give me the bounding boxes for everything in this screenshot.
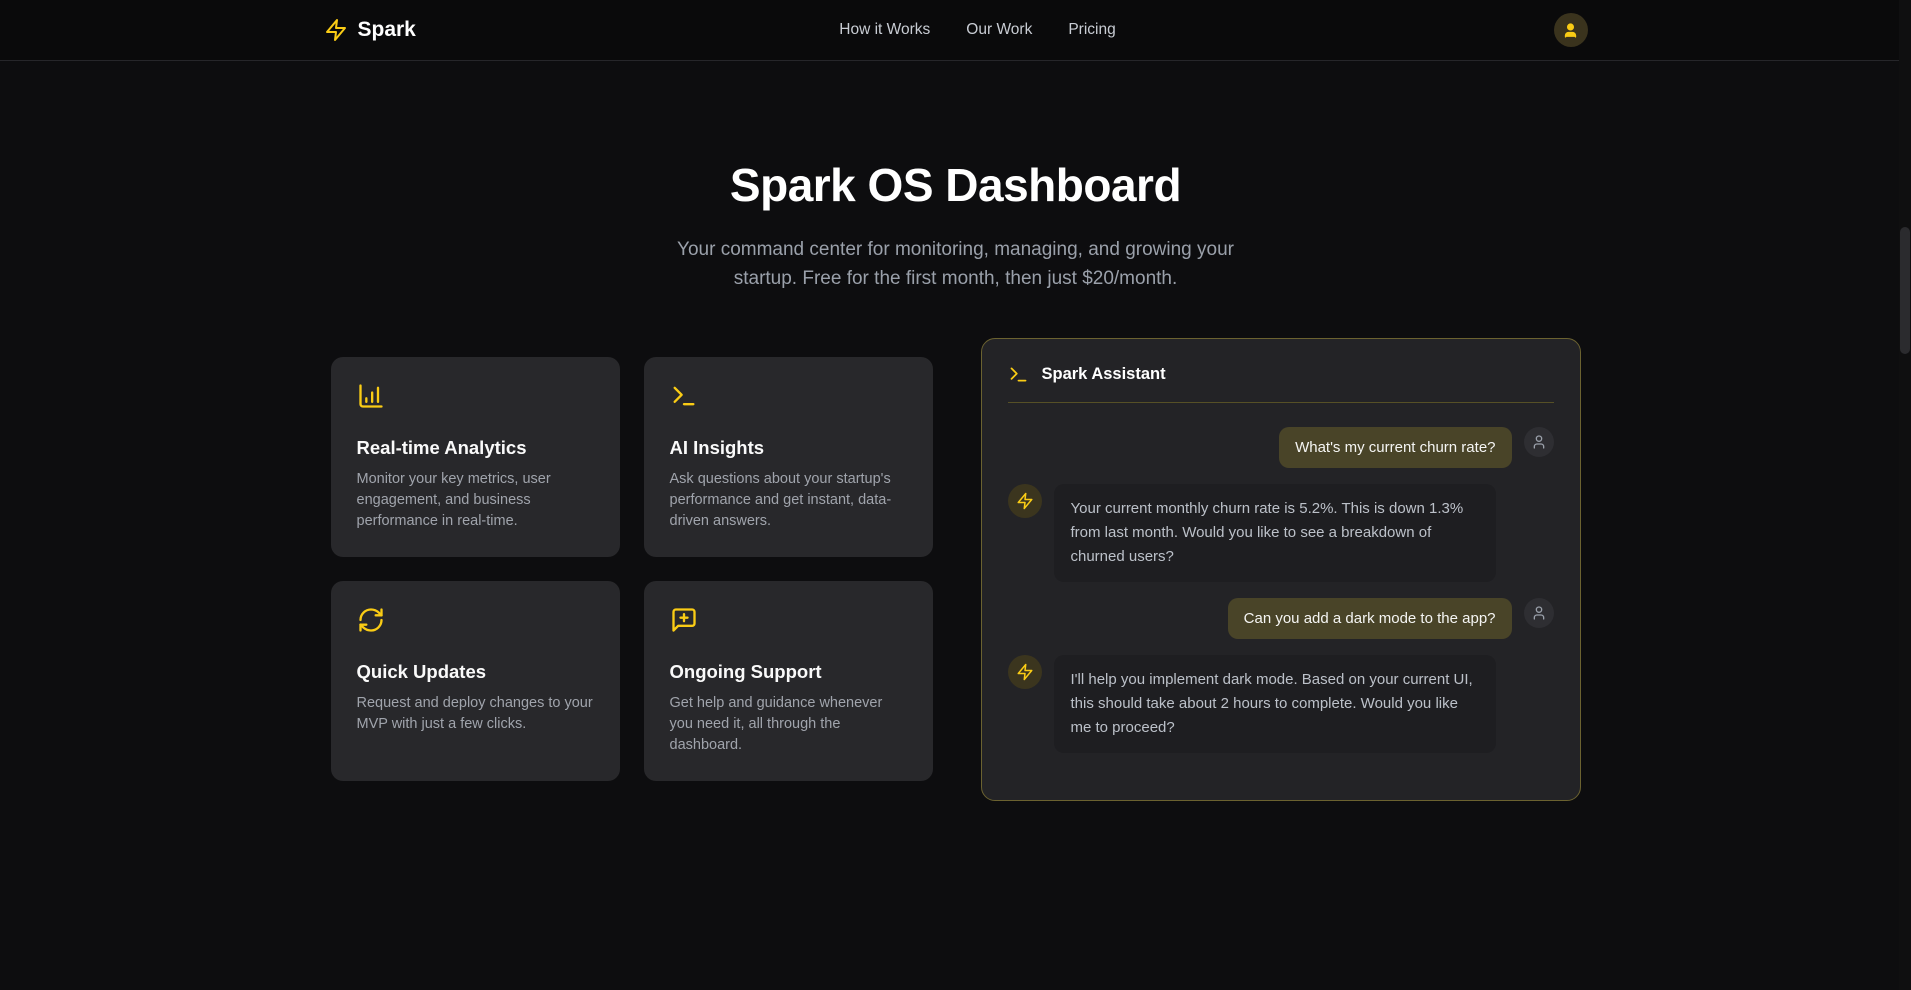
nav-link-our-work[interactable]: Our Work	[966, 21, 1032, 39]
account-avatar-button[interactable]	[1554, 13, 1588, 47]
user-avatar	[1524, 598, 1554, 628]
feature-card-realtime-analytics: Real-time Analytics Monitor your key met…	[331, 357, 620, 557]
feature-description: Request and deploy changes to your MVP w…	[357, 693, 594, 735]
feature-title: Real-time Analytics	[357, 437, 594, 459]
page-title: Spark OS Dashboard	[0, 158, 1911, 212]
feature-card-quick-updates: Quick Updates Request and deploy changes…	[331, 581, 620, 781]
brand-logo[interactable]: Spark	[324, 18, 416, 42]
navbar-container: Spark How it Works Our Work Pricing	[324, 0, 1588, 60]
spark-avatar	[1008, 484, 1042, 518]
navbar: Spark How it Works Our Work Pricing	[0, 0, 1911, 61]
user-message-bubble: Can you add a dark mode to the app?	[1228, 598, 1512, 639]
feature-card-ai-insights: AI Insights Ask questions about your sta…	[644, 357, 933, 557]
lightning-bolt-icon	[1016, 663, 1034, 681]
chat-message-assistant: I'll help you implement dark mode. Based…	[1008, 655, 1554, 753]
spark-avatar	[1008, 655, 1042, 689]
assistant-message-bubble: I'll help you implement dark mode. Based…	[1054, 655, 1496, 753]
chat-message-assistant: Your current monthly churn rate is 5.2%.…	[1008, 484, 1554, 582]
page: Spark How it Works Our Work Pricing Spar…	[0, 0, 1911, 990]
chat-messages: What's my current churn rate? Your curre…	[1008, 427, 1554, 753]
nav-link-how-it-works[interactable]: How it Works	[839, 21, 930, 39]
nav-links: How it Works Our Work Pricing	[839, 21, 1115, 39]
assistant-title: Spark Assistant	[1042, 365, 1166, 384]
main-content: Real-time Analytics Monitor your key met…	[0, 338, 1911, 801]
feature-description: Ask questions about your startup's perfo…	[670, 469, 907, 532]
message-square-plus-icon	[670, 606, 698, 634]
user-avatar	[1524, 427, 1554, 457]
feature-title: AI Insights	[670, 437, 907, 459]
user-icon	[1562, 22, 1579, 39]
page-scrollbar-thumb[interactable]	[1900, 227, 1910, 354]
bar-chart-icon	[357, 382, 385, 410]
hero-subtitle: Your command center for monitoring, mana…	[656, 235, 1256, 294]
assistant-header: Spark Assistant	[1008, 364, 1554, 385]
feature-description: Monitor your key metrics, user engagemen…	[357, 469, 594, 532]
lightning-bolt-icon	[324, 18, 348, 42]
refresh-icon	[357, 606, 385, 634]
terminal-icon	[1008, 364, 1029, 385]
user-icon	[1531, 434, 1547, 450]
feature-title: Quick Updates	[357, 661, 594, 683]
assistant-message-bubble: Your current monthly churn rate is 5.2%.…	[1054, 484, 1496, 582]
feature-title: Ongoing Support	[670, 661, 907, 683]
user-icon	[1531, 605, 1547, 621]
lightning-bolt-icon	[1016, 492, 1034, 510]
brand-name: Spark	[358, 18, 416, 42]
feature-card-ongoing-support: Ongoing Support Get help and guidance wh…	[644, 581, 933, 781]
page-scrollbar-track[interactable]	[1899, 0, 1911, 990]
nav-link-pricing[interactable]: Pricing	[1068, 21, 1115, 39]
chat-message-user: What's my current churn rate?	[1008, 427, 1554, 468]
spark-assistant-panel: Spark Assistant What's my current churn …	[981, 338, 1581, 801]
features-grid: Real-time Analytics Monitor your key met…	[331, 357, 933, 781]
user-message-bubble: What's my current churn rate?	[1279, 427, 1511, 468]
chat-message-user: Can you add a dark mode to the app?	[1008, 598, 1554, 639]
assistant-divider	[1008, 402, 1554, 403]
hero-section: Spark OS Dashboard Your command center f…	[0, 61, 1911, 294]
terminal-icon	[670, 382, 698, 410]
feature-description: Get help and guidance whenever you need …	[670, 693, 907, 756]
